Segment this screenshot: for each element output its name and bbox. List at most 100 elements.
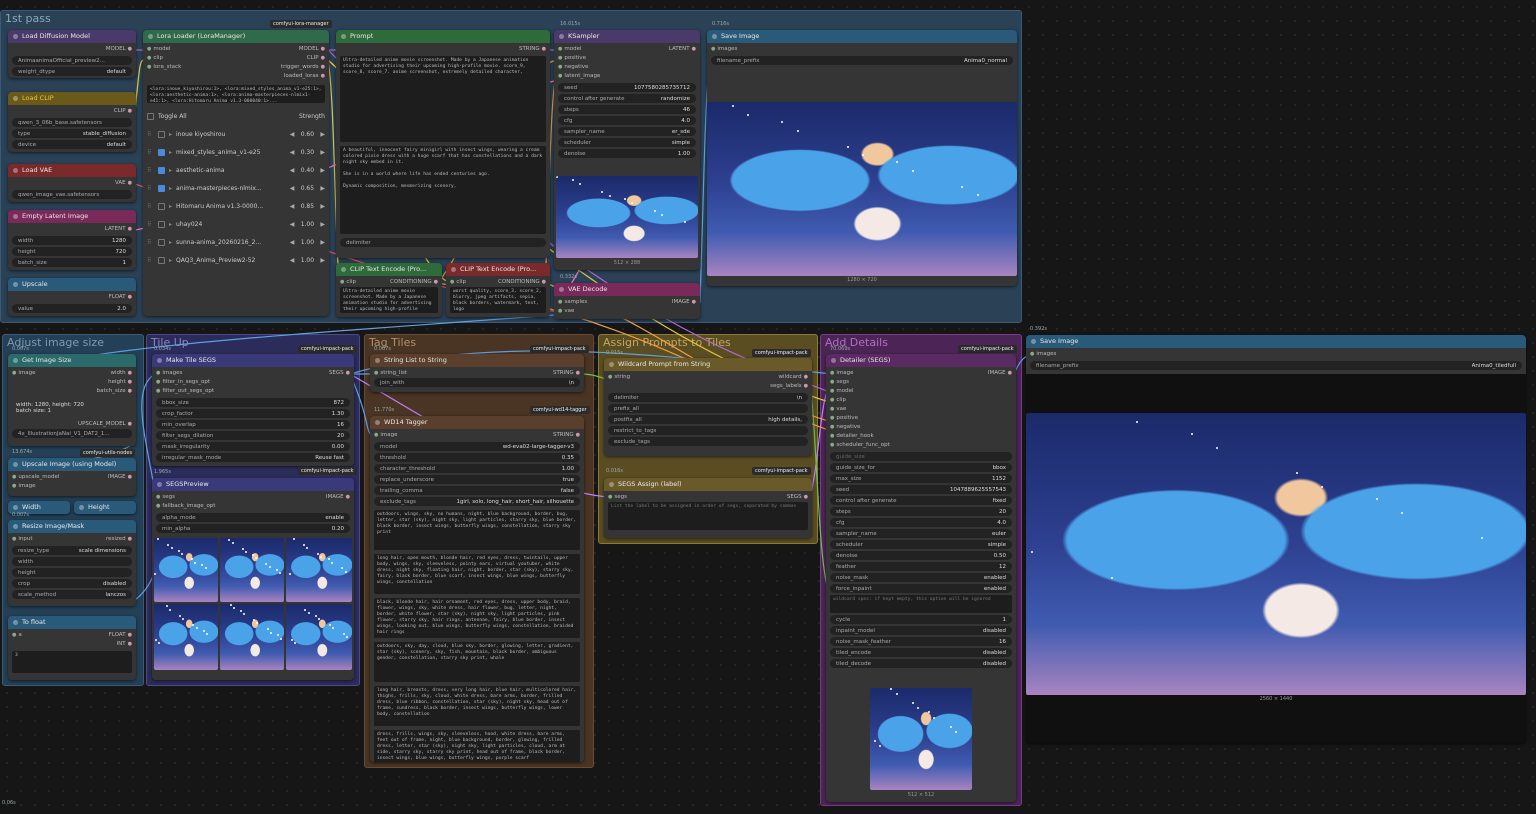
lora-strength[interactable]: 1.00 [294, 221, 320, 228]
increment-icon[interactable]: ▶ [320, 239, 325, 246]
input-image[interactable]: image [830, 369, 853, 378]
tag-output[interactable]: long hair, breasts, dress, very long hai… [374, 686, 580, 726]
guide-size-for-widget[interactable]: guide_size_for bbox [830, 463, 1012, 472]
max-size-widget[interactable]: max_size 1152 [830, 474, 1012, 483]
negative-text[interactable]: worst quality, score_3, score_2, blurry,… [450, 287, 546, 313]
toggle-all-checkbox[interactable] [147, 112, 154, 120]
node-upscale-image-using-model[interactable]: Upscale Image (using Model) upscale_mode… [8, 458, 136, 496]
filter-segs-dilation-widget[interactable]: filter_segs_dilation 20 [156, 431, 350, 440]
cfg-widget[interactable]: cfg 4.0 [558, 116, 696, 125]
node-title[interactable]: Upscale Image (using Model) [8, 458, 136, 471]
node-title[interactable]: Load Diffusion Model [8, 30, 136, 43]
drag-handle-icon[interactable]: ⠿ [147, 239, 154, 246]
node-save-image-1[interactable]: Save Image images filename_prefixAnima0_… [707, 30, 1017, 286]
lora-row[interactable]: ⠿ ▸ aesthetic-anima ◀ 0.40 ▶ [147, 163, 325, 177]
node-title[interactable]: Save Image [1026, 335, 1526, 348]
increment-icon[interactable]: ▶ [320, 257, 325, 264]
lora-enable-checkbox[interactable] [158, 148, 165, 156]
tag-output[interactable]: outdoors, sky, day, cloud, blue sky, bor… [374, 642, 580, 682]
noise-mask-feather-widget[interactable]: noise_mask_feather 16 [830, 637, 1012, 646]
lora-row[interactable]: ⠿ ▸ uhay024 ◀ 1.00 ▶ [147, 217, 325, 231]
lora-strength[interactable]: 0.40 [294, 167, 320, 174]
node-title[interactable]: To float [8, 616, 136, 629]
input-clip[interactable]: clip [830, 396, 846, 405]
node-clip-text-encode-positive[interactable]: CLIP Text Encode (Pro... clipCONDITIONIN… [336, 263, 442, 317]
node-empty-latent-image[interactable]: Empty Latent Image LATENT width1280 heig… [8, 210, 136, 270]
node-graph-canvas[interactable]: 1st pass Adjust image size Tile Up Tag T… [0, 0, 1536, 814]
node-title[interactable]: Make Tile SEGS [152, 354, 354, 367]
cfg-widget[interactable]: cfg 4.0 [830, 518, 1012, 527]
trailing-comma-widget[interactable]: trailing_comma false [374, 486, 580, 495]
node-resize-image-mask[interactable]: Resize Image/Mask inputresized resize_ty… [8, 520, 136, 606]
input-segs[interactable]: segs [830, 378, 849, 387]
toggle-all-row[interactable]: Toggle All Strength [147, 109, 325, 123]
bbox-size-widget[interactable]: bbox_size 872 [156, 398, 350, 407]
width-widget[interactable]: width [12, 557, 132, 566]
min-alpha-widget[interactable]: min_alpha 0.20 [156, 524, 350, 533]
to-float-input[interactable]: 3 [12, 651, 132, 673]
node-title[interactable]: String List to String [370, 354, 584, 367]
lora-enable-checkbox[interactable] [158, 130, 165, 138]
node-make-tile-segs[interactable]: Make Tile SEGS imagesSEGS filter_in_segs… [152, 354, 354, 466]
increment-icon[interactable]: ▶ [320, 203, 325, 210]
restrict-to-tags-widget[interactable]: restrict_to_tags [608, 426, 808, 435]
scheduler-widget[interactable]: scheduler simple [830, 540, 1012, 549]
node-title[interactable]: Empty Latent Image [8, 210, 136, 223]
increment-icon[interactable]: ▶ [320, 167, 325, 174]
prompt-textarea-2[interactable]: A beautiful, innocent fairy minigirl wit… [340, 146, 546, 234]
tag-output[interactable]: black, blonde hair, hair ornament, red e… [374, 598, 580, 638]
node-wd14-tagger[interactable]: WD14 Tagger imageSTRING modelwd-eva02-la… [370, 416, 584, 762]
exclude-tags-widget[interactable]: exclude_tags 1girl, solo, long_hair, shor… [374, 497, 580, 506]
node-prompt[interactable]: Prompt STRING Ultra-detailed anime movie… [336, 30, 550, 258]
lora-strength[interactable]: 1.00 [294, 239, 320, 246]
device-widget[interactable]: device default [12, 140, 132, 149]
node-title[interactable]: Resize Image/Mask [8, 520, 136, 533]
feather-widget[interactable]: feather 12 [830, 562, 1012, 571]
positive-text[interactable]: Ultra-detailed anime movie screenshot. M… [340, 287, 438, 313]
drag-handle-icon[interactable]: ⠿ [147, 257, 154, 264]
node-height[interactable]: Height [74, 501, 136, 514]
drag-handle-icon[interactable]: ⠿ [147, 185, 154, 192]
node-title[interactable]: Wildcard Prompt from String [604, 358, 812, 371]
lora-enable-checkbox[interactable] [158, 238, 165, 246]
increment-icon[interactable]: ▶ [320, 131, 325, 138]
node-title[interactable]: Detailer (SEGS) [826, 354, 1016, 367]
node-ksampler[interactable]: KSampler modelLATENT positive negative l… [554, 30, 700, 270]
guide-size-widget[interactable]: guide_size [830, 452, 1012, 461]
lora-row[interactable]: ⠿ ▸ QAQ3_Anima_Preview2-52 ◀ 1.00 ▶ [147, 253, 325, 267]
lora-text[interactable]: <lora:inoue_kiyoshirou:1>, <lora:mixed_s… [147, 85, 325, 103]
tiled-encode-widget[interactable]: tiled_encode disabled [830, 648, 1012, 657]
drag-handle-icon[interactable]: ⠿ [147, 203, 154, 210]
output-string[interactable]: STRING [519, 45, 546, 54]
lora-strength[interactable]: 0.60 [294, 131, 320, 138]
node-title[interactable]: Upscale [8, 278, 136, 291]
inpaint-model-widget[interactable]: inpaint_model disabled [830, 626, 1012, 635]
input-model[interactable]: model [830, 387, 853, 396]
input-positive[interactable]: positive [830, 414, 858, 423]
node-title[interactable]: CLIP Text Encode (Pro... [446, 263, 550, 276]
filename-prefix-widget[interactable]: filename_prefix Anima0_normal [711, 56, 1013, 65]
lora-enable-checkbox[interactable] [158, 166, 165, 174]
node-title[interactable]: Get Image Size [8, 354, 136, 367]
output-vae[interactable]: VAE [115, 179, 132, 188]
node-get-image-size[interactable]: Get Image Size imagewidth height batch_s… [8, 354, 136, 446]
lora-strength[interactable]: 0.85 [294, 203, 320, 210]
min-overlap-widget[interactable]: min_overlap 16 [156, 420, 350, 429]
cycle-widget[interactable]: cycle 1 [830, 615, 1012, 624]
weight-dtype-widget[interactable]: weight_dtype default [12, 67, 132, 76]
control-after-generate-widget[interactable]: control after generate randomize [558, 94, 696, 103]
crop-widget[interactable]: crop disabled [12, 579, 132, 588]
resize-type-widget[interactable]: resize_type scale dimensions [12, 546, 132, 555]
node-segs-preview[interactable]: SEGSPreview segsIMAGE fallback_image_opt… [152, 478, 354, 680]
node-title[interactable]: Load CLIP [8, 92, 136, 105]
node-segs-assign[interactable]: SEGS Assign (label) segsSEGS List the la… [604, 478, 812, 538]
drag-handle-icon[interactable]: ⠿ [147, 221, 154, 228]
increment-icon[interactable]: ▶ [320, 185, 325, 192]
control-after-generate-widget[interactable]: control after generate fixed [830, 496, 1012, 505]
batch-size-widget[interactable]: batch_size 1 [12, 258, 132, 267]
type-widget[interactable]: type stable_diffusion [12, 129, 132, 138]
node-title[interactable]: Height [74, 501, 136, 514]
node-title[interactable]: KSampler [554, 30, 700, 43]
node-title[interactable]: Load VAE [8, 164, 136, 177]
vae-name-widget[interactable]: qwen_image_vae.safetensors [12, 190, 132, 199]
